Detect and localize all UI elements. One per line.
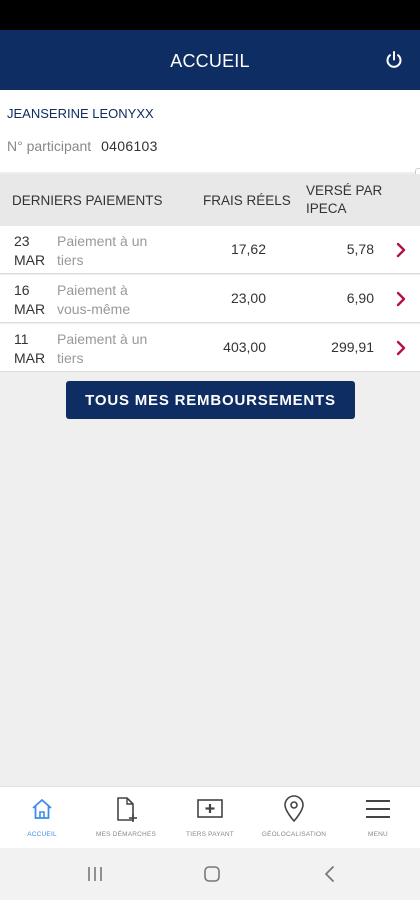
payment-description-line2: tiers	[57, 252, 84, 268]
payment-month: MAR	[14, 252, 46, 268]
payment-month: MAR	[14, 350, 46, 366]
nav-label: GÉOLOCALISATION	[261, 831, 327, 838]
payment-frais-reels: 403,00	[223, 339, 266, 355]
chevron-right-icon[interactable]	[394, 338, 408, 358]
nav-item-tiers-payant[interactable]: TIERS PAYANT	[168, 787, 252, 848]
column-header-frais-reels: FRAIS RÉELS	[203, 193, 291, 208]
column-header-verse-par-ipeca: VERSÉ PAR IPECA	[306, 182, 396, 218]
medical-card-icon	[197, 799, 223, 818]
bottom-nav: ACCUEIL MES DÉMARCHES TIERS PAYANT GÉOLO…	[0, 786, 420, 848]
payment-description-line1: Paiement à un	[57, 233, 148, 249]
payments-table-header: DERNIERS PAIEMENTS FRAIS RÉELS VERSÉ PAR…	[0, 174, 420, 226]
payment-row[interactable]: 16 MAR Paiement à vous-même 23,00 6,90	[0, 275, 420, 323]
nav-item-menu[interactable]: MENU	[336, 787, 420, 848]
user-name: JEANSERINE LEONYXX	[7, 106, 154, 121]
nav-item-accueil[interactable]: ACCUEIL	[0, 787, 84, 848]
payment-frais-reels: 17,62	[230, 241, 266, 257]
home-icon	[32, 799, 52, 819]
payment-row[interactable]: 11 MAR Paiement à un tiers 403,00 299,91	[0, 324, 420, 372]
payment-description-line2: vous-même	[57, 301, 131, 317]
payment-description: Paiement à un tiers	[57, 232, 157, 270]
participant-label: N° participant	[7, 138, 92, 154]
payment-date: 11 MAR	[14, 330, 50, 368]
payment-day: 16	[14, 282, 30, 298]
page-title: ACCUEIL	[170, 51, 250, 71]
payment-verse-ipeca: 5,78	[346, 241, 374, 257]
nav-label: MENU	[368, 831, 388, 838]
nav-label: ACCUEIL	[27, 831, 57, 838]
document-add-icon	[117, 797, 137, 822]
app-header: ACCUEIL	[0, 30, 420, 90]
participant-number: 0406103	[101, 138, 158, 154]
status-bar	[0, 0, 420, 30]
home-square-icon	[204, 866, 220, 882]
nav-item-geolocalisation[interactable]: GÉOLOCALISATION	[252, 787, 336, 848]
nav-label: MES DÉMARCHES	[95, 831, 157, 838]
payment-description: Paiement à un tiers	[57, 330, 157, 368]
recent-apps-button[interactable]	[81, 862, 109, 886]
home-system-button[interactable]	[198, 862, 226, 886]
recent-apps-icon	[88, 867, 102, 881]
column-header-verse-line2: IPECA	[306, 201, 347, 216]
nav-label: TIERS PAYANT	[186, 831, 234, 838]
back-button[interactable]	[316, 862, 344, 886]
payment-date: 16 MAR	[14, 281, 50, 319]
chevron-right-icon[interactable]	[394, 240, 408, 260]
payment-row[interactable]: 23 MAR Paiement à un tiers 17,62 5,78	[0, 226, 420, 274]
payment-description-line1: Paiement à	[57, 282, 128, 298]
location-pin-icon	[284, 795, 304, 823]
chevron-right-icon[interactable]	[394, 289, 408, 309]
column-header-last-payments: DERNIERS PAIEMENTS	[12, 193, 163, 208]
payment-verse-ipeca: 299,91	[331, 339, 374, 355]
nav-item-mes-demarches[interactable]: MES DÉMARCHES	[84, 787, 168, 848]
payment-day: 11	[14, 331, 29, 347]
payment-month: MAR	[14, 301, 46, 317]
payment-frais-reels: 23,00	[230, 290, 266, 306]
participant-row: N° participant 0406103	[7, 138, 158, 154]
column-header-verse-line1: VERSÉ PAR	[306, 183, 383, 198]
payment-date: 23 MAR	[14, 232, 50, 270]
payment-day: 23	[14, 233, 30, 249]
payment-description-line1: Paiement à un	[57, 331, 148, 347]
hamburger-menu-icon	[366, 800, 390, 818]
power-icon	[386, 51, 402, 68]
logout-button[interactable]	[380, 46, 408, 74]
payment-description-line2: tiers	[57, 350, 84, 366]
all-reimbursements-button[interactable]: TOUS MES REMBOURSEMENTS	[66, 381, 355, 419]
user-panel: JEANSERINE LEONYXX N° participant 040610…	[0, 90, 420, 172]
payment-verse-ipeca: 6,90	[346, 290, 374, 306]
system-navigation-bar	[0, 848, 420, 900]
payment-description: Paiement à vous-même	[57, 281, 157, 319]
back-chevron-icon	[325, 866, 334, 882]
